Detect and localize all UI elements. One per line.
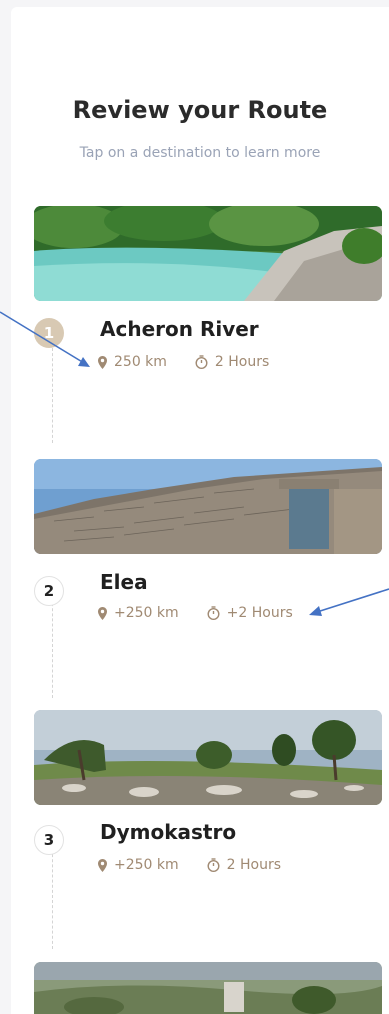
destination-photo-elea[interactable] — [34, 459, 382, 554]
page-title: Review your Route — [72, 96, 328, 124]
route-review-panel: Review your Route Tap on a destination t… — [11, 7, 389, 1014]
duration-info: +2 Hours — [207, 605, 293, 621]
step-number-badge: 2 — [34, 576, 64, 606]
distance-info: +250 km — [98, 857, 179, 873]
page-subtitle: Tap on a destination to learn more — [79, 145, 321, 161]
destination-name-dymokastro[interactable]: Dymokastro — [100, 820, 236, 844]
landscape-photo-illustration — [34, 962, 382, 1014]
destination-photo-next[interactable] — [34, 962, 382, 1014]
step-number-badge: 1 — [34, 318, 64, 348]
duration-value: 2 Hours — [226, 857, 282, 873]
destination-meta: +250 km +2 Hours — [98, 605, 293, 621]
duration-value: +2 Hours — [226, 605, 293, 621]
distance-value: +250 km — [114, 857, 179, 873]
route-connector-line — [52, 348, 53, 443]
stopwatch-icon — [207, 858, 220, 872]
river-photo-illustration — [34, 206, 382, 301]
distance-value: +250 km — [114, 605, 179, 621]
destination-name-acheron-river[interactable]: Acheron River — [100, 317, 259, 341]
distance-info: +250 km — [98, 605, 179, 621]
duration-info: 2 Hours — [207, 857, 281, 873]
location-pin-icon — [98, 606, 107, 620]
distance-value: 250 km — [114, 354, 167, 370]
destination-meta: +250 km 2 Hours — [98, 857, 281, 873]
hills-photo-illustration — [34, 710, 382, 805]
route-connector-line — [52, 849, 53, 949]
destination-name-elea[interactable]: Elea — [100, 570, 148, 594]
destination-meta: 250 km 2 Hours — [98, 354, 269, 370]
destination-photo-acheron-river[interactable] — [34, 206, 382, 301]
duration-value: 2 Hours — [214, 354, 270, 370]
location-pin-icon — [98, 858, 107, 872]
location-pin-icon — [98, 355, 107, 369]
stopwatch-icon — [195, 355, 208, 369]
duration-info: 2 Hours — [195, 354, 269, 370]
step-number-badge: 3 — [34, 825, 64, 855]
ruins-photo-illustration — [34, 459, 382, 554]
distance-info: 250 km — [98, 354, 167, 370]
route-connector-line — [52, 598, 53, 698]
stopwatch-icon — [207, 606, 220, 620]
destination-photo-dymokastro[interactable] — [34, 710, 382, 805]
